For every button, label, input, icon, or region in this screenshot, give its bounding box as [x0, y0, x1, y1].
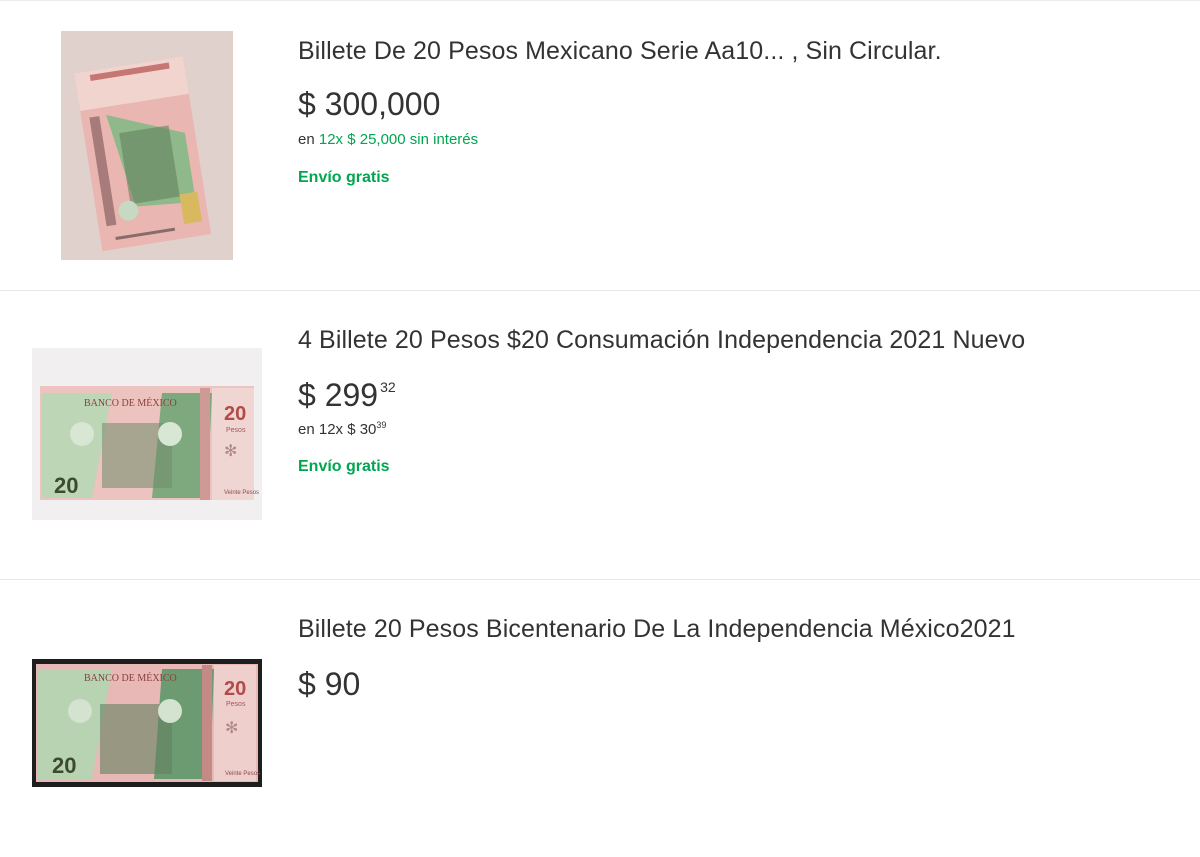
listing-title[interactable]: Billete 20 Pesos Bicentenario De La Inde… — [298, 614, 1016, 644]
listing-installments: en 12x $ 25,000 sin interés — [298, 131, 478, 148]
listing-price: $ 300,000 — [298, 86, 441, 122]
installments-cents: 39 — [376, 420, 387, 430]
price-main: $ 299 — [298, 377, 379, 413]
listing-info: Billete De 20 Pesos Mexicano Serie Aa10.… — [298, 36, 942, 186]
listing-info: Billete 20 Pesos Bicentenario De La Inde… — [298, 614, 1016, 702]
product-image[interactable]: BANCO DE MÉXICO 20 Pesos 20 Veinte Pesos… — [32, 659, 262, 787]
value-text: Veinte Pesos — [224, 490, 259, 496]
denomination-text: 20 — [54, 473, 78, 498]
listing-item[interactable]: BANCO DE MÉXICO 20 Pesos 20 Veinte Pesos… — [0, 580, 1200, 857]
banknote-photo-horizontal: BANCO DE MÉXICO 20 Pesos 20 Veinte Pesos… — [32, 348, 262, 520]
free-shipping-label: Envío gratis — [298, 458, 390, 475]
listing-title[interactable]: Billete De 20 Pesos Mexicano Serie Aa10.… — [298, 36, 942, 66]
price-cents: 32 — [380, 379, 396, 395]
svg-text:✻: ✻ — [225, 720, 238, 737]
denomination-word-text: Pesos — [226, 427, 246, 434]
product-image[interactable] — [61, 31, 233, 260]
listing-price: $ 90 — [298, 666, 361, 702]
listing-price: $ 299 32 — [298, 377, 396, 419]
denomination-text: 20 — [52, 753, 76, 778]
banknote-photo-horizontal: BANCO DE MÉXICO 20 Pesos 20 Veinte Pesos… — [32, 659, 262, 787]
listing-installments: en 12x $ 3039 — [298, 420, 386, 438]
denomination-text: 20 — [224, 403, 246, 425]
installments-green-text: 12x $ 25,000 sin interés — [318, 131, 479, 148]
installments-prefix: en — [298, 131, 315, 148]
svg-text:✻: ✻ — [224, 443, 237, 460]
free-shipping-label: Envío gratis — [298, 169, 390, 186]
listing-info: 4 Billete 20 Pesos $20 Consumación Indep… — [298, 325, 1025, 475]
listing-title[interactable]: 4 Billete 20 Pesos $20 Consumación Indep… — [298, 325, 1025, 355]
value-text: Veinte Pesos — [225, 771, 260, 777]
denomination-word-text: Pesos — [226, 701, 246, 708]
denomination-text: 20 — [224, 678, 246, 700]
listing-item[interactable]: BANCO DE MÉXICO 20 Pesos 20 Veinte Pesos… — [0, 291, 1200, 579]
product-image[interactable]: BANCO DE MÉXICO 20 Pesos 20 Veinte Pesos… — [32, 348, 262, 520]
bank-name-text: BANCO DE MÉXICO — [84, 397, 177, 409]
banknote-photo-vertical — [61, 31, 233, 260]
listing-item[interactable]: Billete De 20 Pesos Mexicano Serie Aa10.… — [0, 0, 1200, 290]
installments-text: en 12x $ 30 — [298, 421, 377, 438]
bank-name-text: BANCO DE MÉXICO — [84, 672, 177, 684]
